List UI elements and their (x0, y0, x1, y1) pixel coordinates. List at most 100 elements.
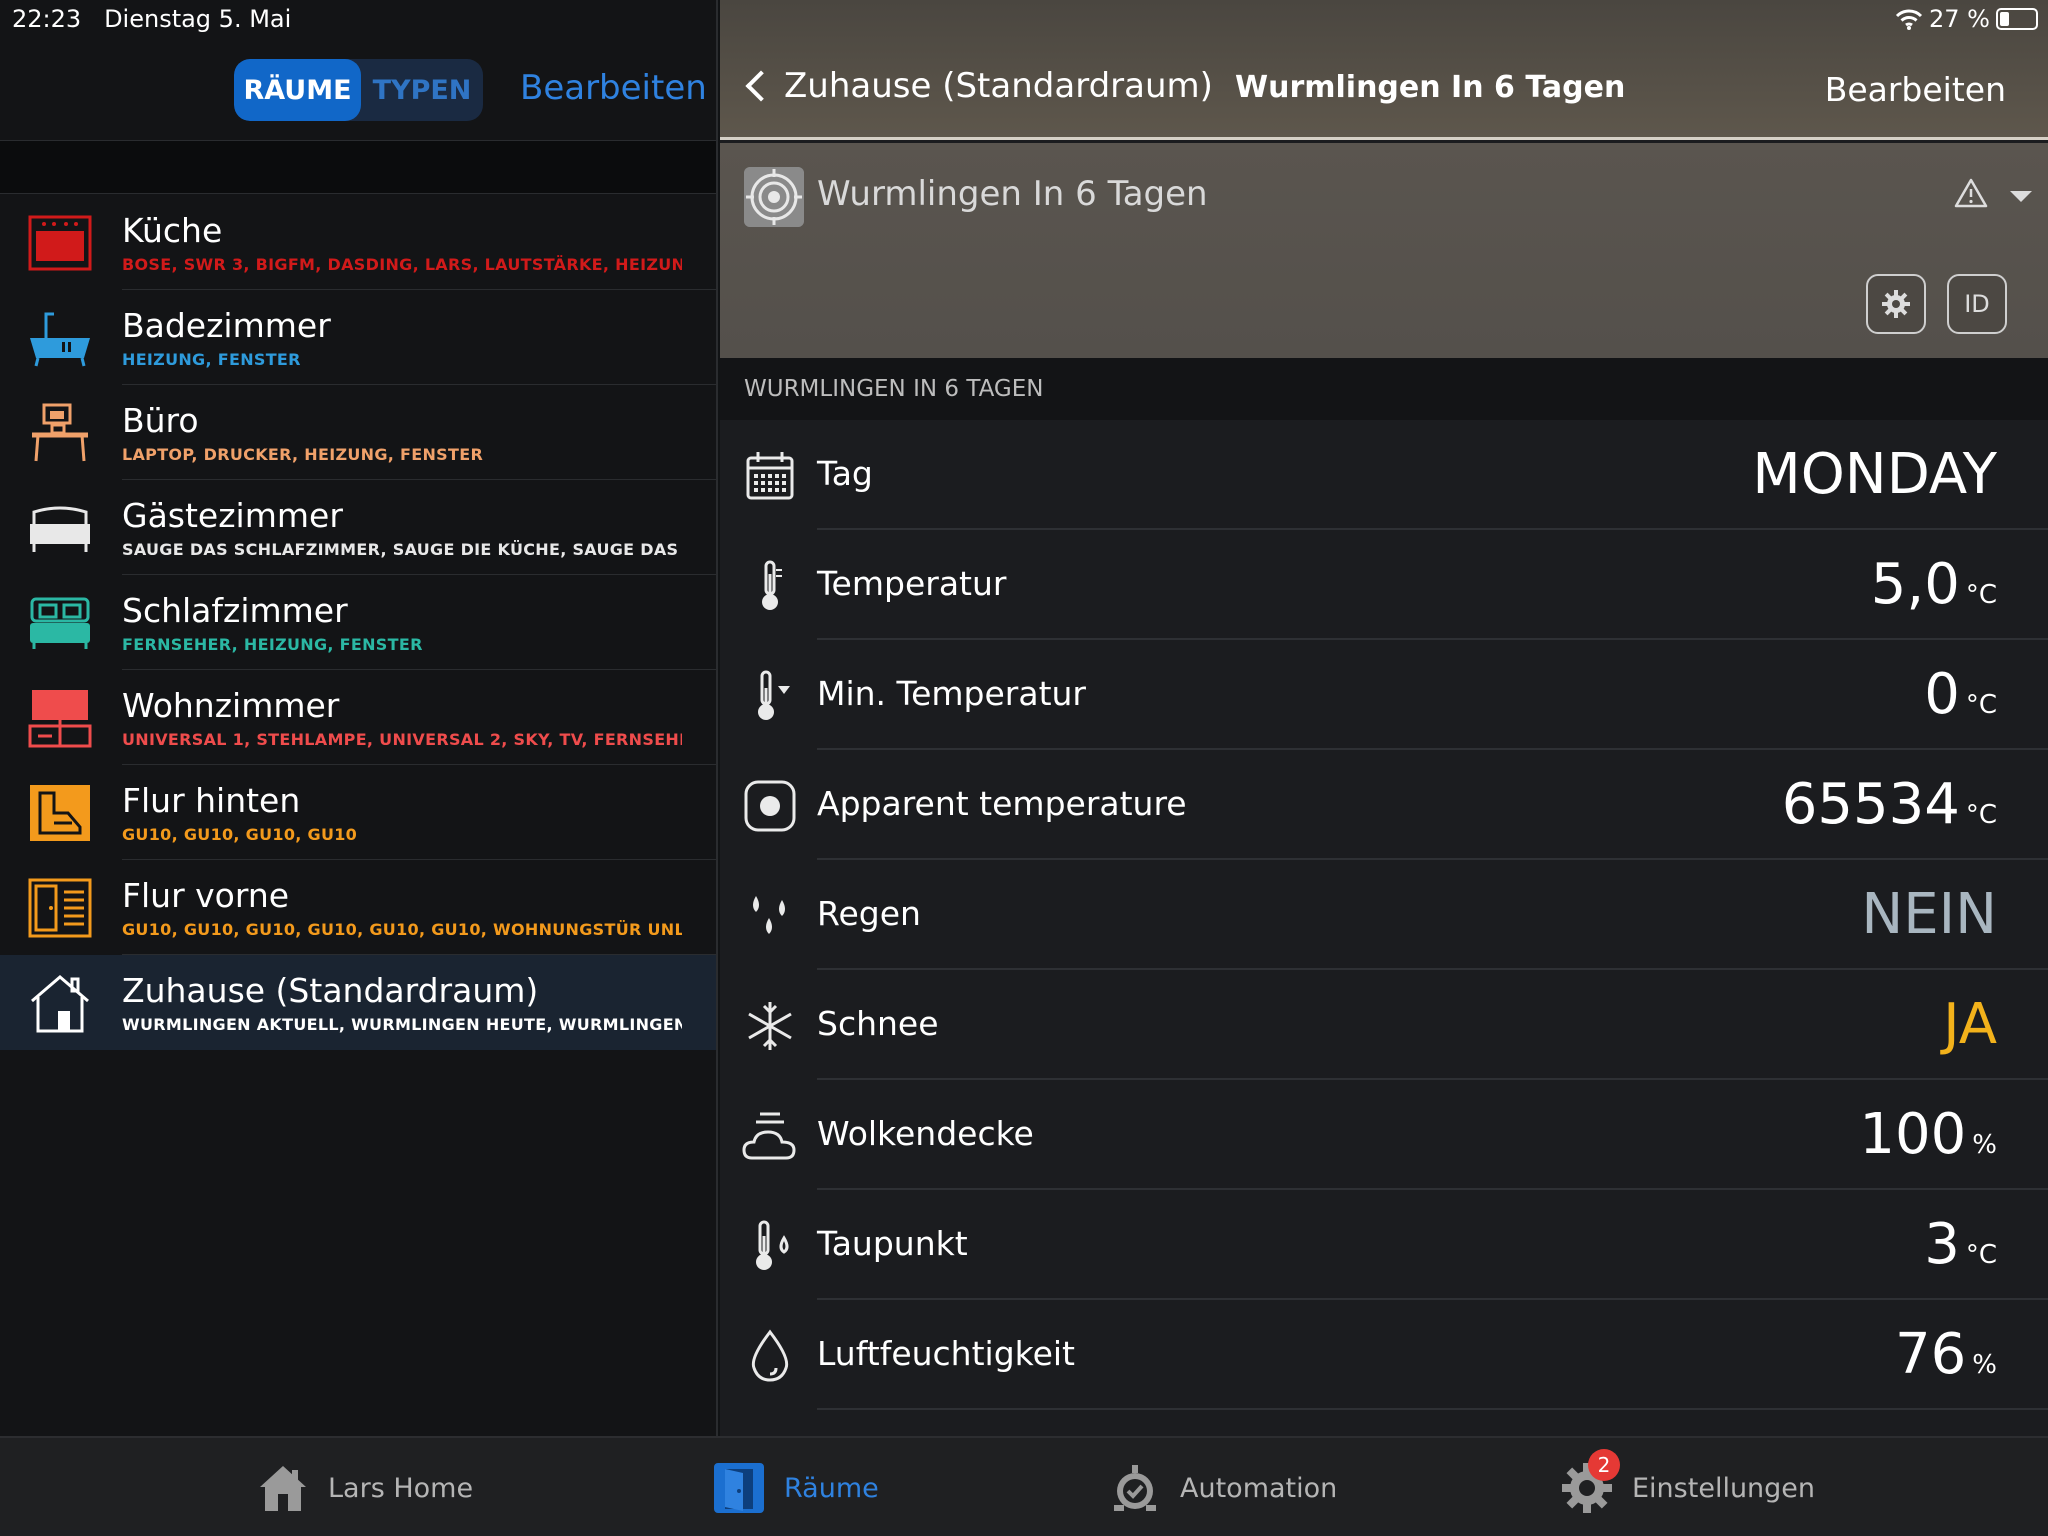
page-title: Wurmlingen In 6 Tagen (1235, 70, 1626, 105)
property-value-wrap: 76% (1895, 1322, 1997, 1387)
property-row[interactable]: Tag MONDAY (720, 420, 2048, 530)
tab-bar: Lars Home Räume Automation 2 Einstellung… (0, 1436, 2048, 1536)
device-settings-button[interactable] (1866, 274, 1926, 334)
property-row[interactable]: Luftfeuchtigkeit 76% (720, 1300, 2048, 1410)
room-item[interactable]: Schlafzimmer FERNSEHER, HEIZUNG, FENSTER (0, 575, 716, 670)
property-value: 65534 (1781, 772, 1960, 837)
settings-icon-wrap: 2 (1560, 1449, 1620, 1515)
property-unit: % (1972, 1350, 1997, 1380)
humidity-icon (751, 1329, 789, 1382)
calendar-icon (746, 452, 794, 500)
property-row[interactable]: Temperatur 5,0 °C (720, 530, 2048, 640)
detail-header: 27 % Zuhause (Standardraum) Wurmlingen I… (720, 0, 2048, 140)
room-item[interactable]: Gästezimmer SAUGE DAS SCHLAFZIMMER, SAUGE… (0, 480, 716, 575)
tab-label: Lars Home (328, 1472, 474, 1504)
property-value-wrap: 3 °C (1924, 1212, 1997, 1277)
property-unit: % (1972, 1130, 1997, 1160)
room-devices: FERNSEHER, HEIZUNG, FENSTER (122, 635, 423, 654)
thermometer-icon (762, 560, 782, 610)
room-devices: BOSE, SWR 3, BIGFM, DASDING, LARS, LAUTS… (122, 255, 682, 274)
tv-icon (28, 690, 92, 748)
back-button[interactable]: Zuhause (Standardraum) (742, 66, 1213, 106)
room-devices: SAUGE DAS SCHLAFZIMMER, SAUGE DIE KÜCHE,… (122, 540, 682, 559)
bathtub-icon (30, 312, 90, 367)
property-row[interactable]: Taupunkt 3 °C (720, 1190, 2048, 1300)
desk-icon (32, 403, 88, 462)
cloud-icon (742, 1112, 796, 1160)
property-row[interactable]: Schnee JA (720, 970, 2048, 1080)
tab-label: Automation (1180, 1472, 1338, 1504)
room-item[interactable]: Büro LAPTOP, DRUCKER, HEIZUNG, FENSTER (0, 385, 716, 480)
hallway-front-icon (28, 878, 92, 938)
tab-lars-home[interactable]: Lars Home (256, 1438, 473, 1536)
property-label: Luftfeuchtigkeit (817, 1334, 1075, 1373)
property-value-wrap: 5,0 °C (1871, 552, 1997, 617)
room-name: Flur hinten (122, 781, 301, 820)
property-row[interactable]: Min. Temperatur 0 °C (720, 640, 2048, 750)
property-value: 100 (1859, 1102, 1967, 1167)
back-label: Zuhause (Standardraum) (784, 66, 1213, 106)
thermometer-min-icon (758, 670, 790, 720)
section-header: WURMLINGEN IN 6 TAGEN (720, 358, 2048, 420)
segment-raeume[interactable]: RÄUME (234, 59, 361, 121)
segment-typen[interactable]: TYPEN (361, 59, 483, 121)
property-value-wrap: MONDAY (1752, 442, 1997, 507)
property-unit: °C (1965, 690, 1997, 720)
property-label: Tag (817, 454, 873, 493)
room-name: Büro (122, 401, 199, 440)
property-label: Wolkendecke (817, 1114, 1034, 1153)
room-item[interactable]: Flur vorne GU10, GU10, GU10, GU10, GU10, … (0, 860, 716, 955)
sensor-device-icon (744, 167, 804, 227)
property-label: Regen (817, 894, 921, 933)
property-row[interactable]: Apparent temperature 65534 °C (720, 750, 2048, 860)
tab-label: Einstellungen (1632, 1472, 1816, 1504)
property-label: Min. Temperatur (817, 674, 1086, 713)
property-value: 76 (1895, 1322, 1967, 1387)
property-unit: °C (1965, 1240, 1997, 1270)
tab-automation[interactable]: Automation (1108, 1438, 1337, 1536)
room-devices: LAPTOP, DRUCKER, HEIZUNG, FENSTER (122, 445, 484, 464)
property-value-wrap: 65534 °C (1782, 772, 1997, 837)
property-row[interactable]: Wolkendecke 100% (720, 1080, 2048, 1190)
room-name: Badezimmer (122, 306, 331, 345)
property-value-wrap: NEIN (1861, 882, 1997, 947)
property-value: 0 (1924, 662, 1960, 727)
chevron-down-icon[interactable] (2010, 191, 2032, 202)
battery-percent: 27 % (1929, 5, 1990, 33)
notification-badge: 2 (1588, 1449, 1620, 1481)
detail-edit-button[interactable]: Bearbeiten (1825, 70, 2006, 109)
property-row[interactable]: Regen NEIN (720, 860, 2048, 970)
room-item[interactable]: Zuhause (Standardraum) WURMLINGEN AKTUELL… (0, 955, 716, 1050)
home-icon (260, 1466, 306, 1511)
wifi-icon (1895, 9, 1923, 30)
room-item[interactable]: Flur hinten GU10, GU10, GU10, GU10 (0, 765, 716, 860)
property-value: MONDAY (1752, 442, 1997, 507)
property-value: JA (1943, 992, 1997, 1057)
app: 22:23 Dienstag 5. Mai RÄUME TYPEN Bearbe… (0, 0, 2048, 1536)
room-item[interactable]: Wohnzimmer UNIVERSAL 1, STEHLAMPE, UNIVER… (0, 670, 716, 765)
tab-label: Räume (784, 1472, 879, 1504)
room-name: Schlafzimmer (122, 591, 348, 630)
room-item[interactable]: Badezimmer HEIZUNG, FENSTER (0, 290, 716, 385)
section-title: WURMLINGEN IN 6 TAGEN (744, 376, 1044, 402)
tab-raeume[interactable]: Räume (712, 1438, 879, 1536)
room-name: Zuhause (Standardraum) (122, 971, 539, 1010)
divider (817, 1408, 2048, 1410)
device-card: Wurmlingen In 6 Tagen ID (720, 143, 2048, 358)
room-devices: GU10, GU10, GU10, GU10, GU10, GU10, WOHN… (122, 920, 682, 939)
tab-einstellungen[interactable]: 2 Einstellungen (1560, 1438, 1815, 1536)
room-name: Küche (122, 211, 223, 250)
property-value-wrap: 0 °C (1924, 662, 1997, 727)
room-devices: UNIVERSAL 1, STEHLAMPE, UNIVERSAL 2, SKY… (122, 730, 682, 749)
rooms-edit-button[interactable]: Bearbeiten (520, 68, 707, 108)
stove-icon (28, 215, 92, 271)
view-segment-control: RÄUME TYPEN (234, 59, 483, 121)
room-devices: GU10, GU10, GU10, GU10 (122, 825, 358, 844)
status-time: 22:23 Dienstag 5. Mai (12, 5, 292, 33)
device-id-button[interactable]: ID (1947, 274, 2007, 334)
rooms-header-divider (0, 140, 716, 194)
property-label: Schnee (817, 1004, 939, 1043)
rain-icon (753, 896, 785, 934)
warning-icon[interactable] (1954, 177, 1988, 209)
room-item[interactable]: Küche BOSE, SWR 3, BIGFM, DASDING, LARS, … (0, 195, 716, 290)
